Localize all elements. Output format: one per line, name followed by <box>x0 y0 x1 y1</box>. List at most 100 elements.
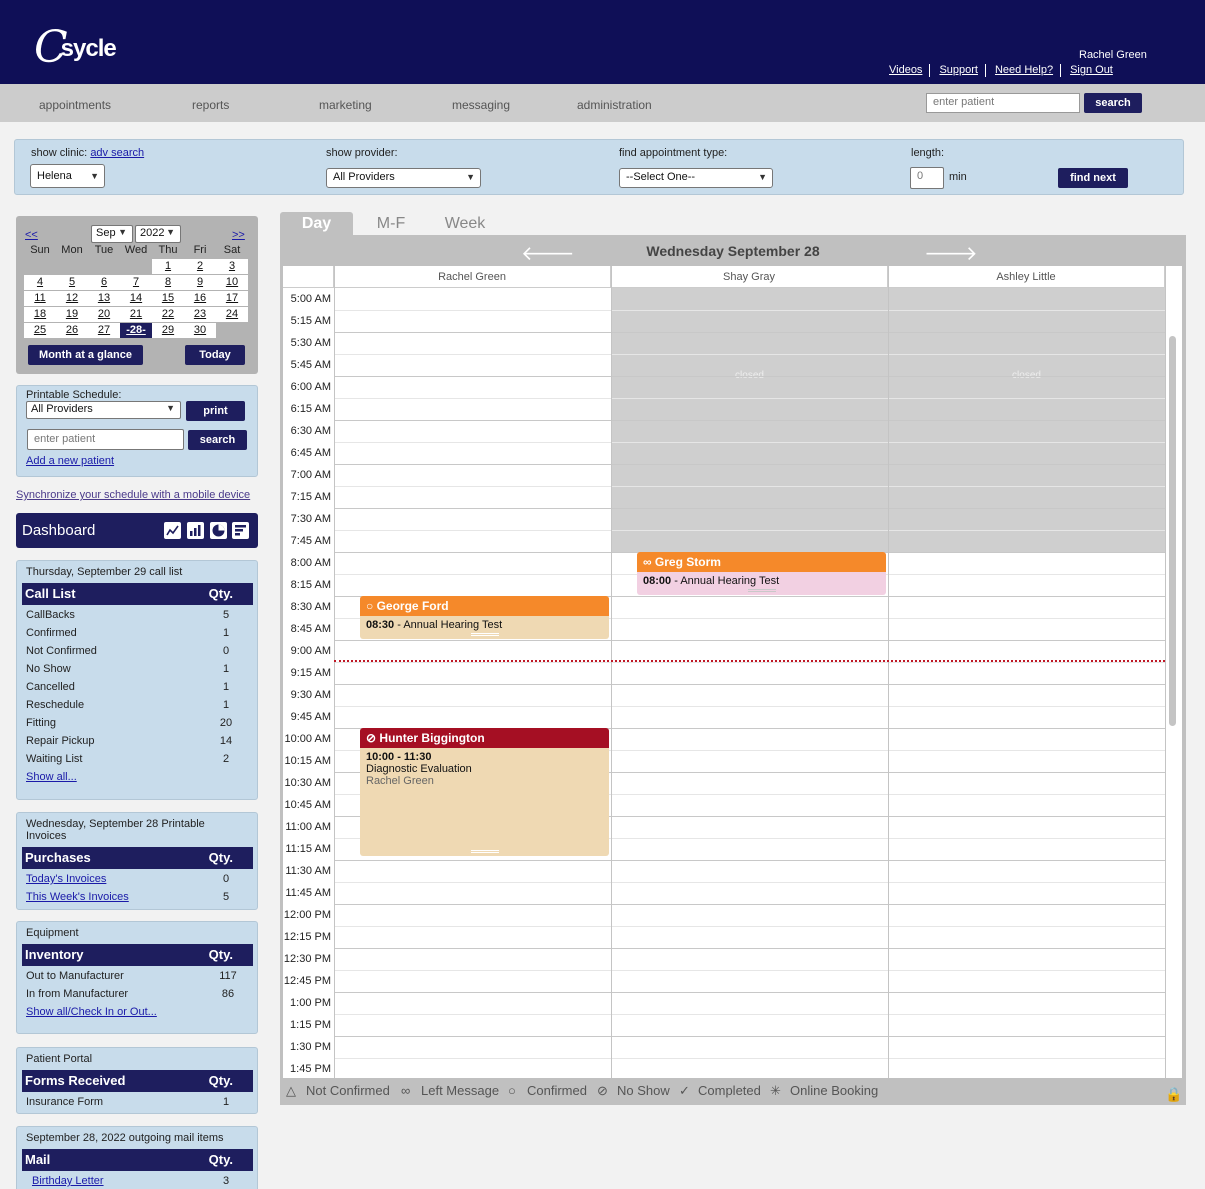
calendar-day-link[interactable]: 19 <box>66 308 78 320</box>
calendar-day[interactable]: 9 <box>184 275 216 290</box>
calendar-day-link[interactable]: 23 <box>194 308 206 320</box>
month-select[interactable]: Sep ▼ <box>91 225 133 243</box>
calendar-day[interactable]: 15 <box>152 291 184 306</box>
schedule-scrollbar[interactable] <box>1169 336 1176 726</box>
call-list-show-all-link[interactable]: Show all... <box>26 771 77 783</box>
calendar-day-link[interactable]: 13 <box>98 292 110 304</box>
nav-administration[interactable]: administration <box>577 98 652 112</box>
bar-chart-icon[interactable] <box>187 522 204 539</box>
calendar-day-link[interactable]: 27 <box>98 324 110 336</box>
calendar-day-link[interactable]: 15 <box>162 292 174 304</box>
calendar-day[interactable]: 30 <box>184 323 216 338</box>
equipment-show-all-link[interactable]: Show all/Check In or Out... <box>26 1006 157 1018</box>
calendar-day-link[interactable]: 9 <box>197 276 203 288</box>
calendar-day-link[interactable]: 11 <box>34 292 45 304</box>
printable-patient-input[interactable]: enter patient <box>27 429 184 450</box>
nav-search-button[interactable]: search <box>1084 93 1142 113</box>
calendar-day-link[interactable]: 20 <box>98 308 110 320</box>
lock-icon[interactable]: 🔒 <box>1165 1086 1182 1103</box>
calendar-day-link[interactable]: 8 <box>165 276 171 288</box>
clinic-select[interactable]: Helena ▼ <box>30 164 105 188</box>
calendar-day-link[interactable]: 6 <box>101 276 107 288</box>
calendar-day-link[interactable]: 10 <box>226 276 238 288</box>
calendar-day[interactable]: 24 <box>216 307 248 322</box>
calendar-day[interactable]: 19 <box>56 307 88 322</box>
need-help-link[interactable]: Need Help? <box>995 64 1053 76</box>
length-input[interactable]: 0 <box>910 167 944 189</box>
calendar-day-link[interactable]: 1 <box>165 260 171 272</box>
calendar-day[interactable]: 10 <box>216 275 248 290</box>
calendar-day-link[interactable]: 25 <box>34 324 46 336</box>
calendar-day-link[interactable]: 24 <box>226 308 238 320</box>
calendar-day-link[interactable]: 7 <box>133 276 139 288</box>
print-button[interactable]: print <box>186 401 245 421</box>
calendar-day-link[interactable]: 26 <box>66 324 78 336</box>
calendar-day-link[interactable]: 22 <box>162 308 174 320</box>
provider-select[interactable]: All Providers ▼ <box>326 168 481 188</box>
calendar-day[interactable]: 3 <box>216 259 248 274</box>
today-button[interactable]: Today <box>185 345 245 365</box>
prev-month-link[interactable]: << <box>25 229 38 241</box>
calendar-day-link[interactable]: 21 <box>130 308 142 320</box>
calendar-day[interactable]: 8 <box>152 275 184 290</box>
tab-m-f[interactable]: M-F <box>360 212 422 235</box>
calendar-day[interactable]: 23 <box>184 307 216 322</box>
appointment-hunter-biggington[interactable]: ⊘ Hunter Biggington 10:00 - 11:30 Diagno… <box>360 728 609 856</box>
support-link[interactable]: Support <box>939 64 978 76</box>
calendar-day-link[interactable]: 3 <box>229 260 235 272</box>
printable-search-button[interactable]: search <box>188 430 247 450</box>
calendar-day[interactable]: 6 <box>88 275 120 290</box>
resize-handle[interactable] <box>470 633 499 636</box>
calendar-day[interactable]: 12 <box>56 291 88 306</box>
calendar-day[interactable]: 2 <box>184 259 216 274</box>
next-month-link[interactable]: >> <box>232 229 245 241</box>
calendar-day[interactable]: 17 <box>216 291 248 306</box>
nav-appointments[interactable]: appointments <box>39 98 111 112</box>
appointment-greg-storm[interactable]: ∞ Greg Storm 08:00 - Annual Hearing Test <box>637 552 886 595</box>
calendar-day[interactable]: 18 <box>24 307 56 322</box>
sycle-logo[interactable]: Csycle <box>34 16 122 73</box>
appt-type-select[interactable]: --Select One-- ▼ <box>619 168 773 188</box>
videos-link[interactable]: Videos <box>889 64 922 76</box>
nav-marketing[interactable]: marketing <box>319 98 372 112</box>
calendar-day[interactable]: 20 <box>88 307 120 322</box>
week-invoices-link[interactable]: This Week's Invoices <box>26 891 129 903</box>
calendar-day-link[interactable]: 30 <box>194 324 206 336</box>
calendar-day-link[interactable]: 5 <box>69 276 75 288</box>
sign-out-link[interactable]: Sign Out <box>1070 64 1113 76</box>
calendar-day[interactable]: 29 <box>152 323 184 338</box>
nav-patient-search-input[interactable]: enter patient <box>926 93 1080 113</box>
calendar-day[interactable]: 5 <box>56 275 88 290</box>
line-chart-icon[interactable] <box>164 522 181 539</box>
calendar-day[interactable]: 11 <box>24 291 56 306</box>
calendar-day-link[interactable]: 16 <box>194 292 206 304</box>
calendar-day[interactable]: 21 <box>120 307 152 322</box>
sync-mobile-link[interactable]: Synchronize your schedule with a mobile … <box>16 489 250 501</box>
calendar-day-link[interactable]: 12 <box>66 292 78 304</box>
calendar-day-link[interactable]: 18 <box>34 308 46 320</box>
list-report-icon[interactable] <box>232 522 249 539</box>
resize-handle[interactable] <box>747 589 776 592</box>
calendar-day[interactable]: 25 <box>24 323 56 338</box>
tab-day[interactable]: Day <box>280 212 353 235</box>
year-select[interactable]: 2022 ▼ <box>135 225 181 243</box>
birthday-letter-link[interactable]: Birthday Letter <box>32 1175 104 1187</box>
appointment-george-ford[interactable]: ○ George Ford 08:30 - Annual Hearing Tes… <box>360 596 609 639</box>
pie-chart-icon[interactable] <box>210 522 227 539</box>
nav-messaging[interactable]: messaging <box>452 98 510 112</box>
printable-provider-select[interactable]: All Providers ▼ <box>26 401 181 419</box>
todays-invoices-link[interactable]: Today's Invoices <box>26 873 106 885</box>
calendar-day[interactable]: 16 <box>184 291 216 306</box>
calendar-day-link[interactable]: -28- <box>126 324 146 336</box>
calendar-day[interactable]: 14 <box>120 291 152 306</box>
find-next-button[interactable]: find next <box>1058 168 1128 188</box>
calendar-day-link[interactable]: 4 <box>37 276 43 288</box>
calendar-day-link[interactable]: 17 <box>226 292 238 304</box>
nav-reports[interactable]: reports <box>192 98 229 112</box>
arrow-right-icon[interactable]: 🡒 <box>924 241 978 266</box>
calendar-day[interactable]: 27 <box>88 323 120 338</box>
add-new-patient-link[interactable]: Add a new patient <box>26 455 114 467</box>
calendar-day[interactable]: 4 <box>24 275 56 290</box>
calendar-day-link[interactable]: 29 <box>162 324 174 336</box>
adv-search-link[interactable]: adv search <box>90 147 144 159</box>
